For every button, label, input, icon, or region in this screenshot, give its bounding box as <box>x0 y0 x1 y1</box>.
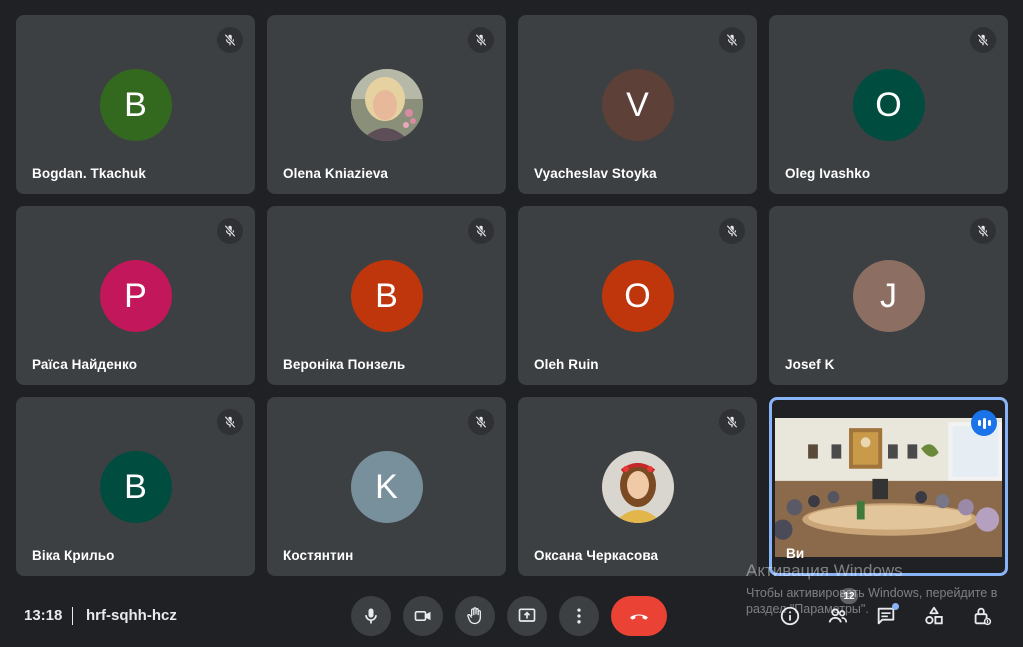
more-options-button[interactable] <box>559 596 599 636</box>
activities-icon <box>925 606 943 625</box>
meet-window: B Bogdan. Tkachuk Olena Kniazieva V Vyac… <box>0 0 1023 647</box>
mic-off-icon <box>217 409 243 435</box>
mic-off-icon <box>217 27 243 53</box>
end-call-button[interactable] <box>611 596 667 636</box>
mic-off-icon <box>970 27 996 53</box>
participant-tile[interactable]: V Vyacheslav Stoyka <box>518 15 757 194</box>
participant-grid: B Bogdan. Tkachuk Olena Kniazieva V Vyac… <box>16 15 1009 577</box>
avatar-initial: O <box>875 85 902 124</box>
participant-avatar: J <box>852 260 925 332</box>
participant-avatar: V <box>601 69 674 141</box>
participant-avatar: P <box>99 260 172 332</box>
mic-off-icon <box>468 409 494 435</box>
participant-name: Oleg Ivashko <box>785 166 871 181</box>
meeting-time: 13:18 <box>24 607 63 624</box>
mic-off-icon <box>468 218 494 244</box>
present-screen-button[interactable] <box>507 596 547 636</box>
control-bar: 13:18 hrf-sqhh-hcz 12 <box>0 585 1023 647</box>
participant-name: Вероніка Понзель <box>283 357 406 372</box>
chat-unread-dot <box>892 603 899 610</box>
mic-off-icon <box>970 218 996 244</box>
participant-avatar: K <box>350 451 423 523</box>
mic-off-icon <box>468 27 494 53</box>
self-video-tile[interactable]: Ви <box>769 397 1008 576</box>
avatar-initial: J <box>880 276 897 315</box>
present-screen-icon <box>518 608 536 622</box>
avatar-initial: V <box>626 85 649 124</box>
speaking-indicator-icon <box>971 410 997 436</box>
camera-button[interactable] <box>403 596 443 636</box>
participant-name: Olena Kniazieva <box>283 166 389 181</box>
avatar-initial: B <box>375 276 398 315</box>
meeting-info-button[interactable] <box>778 604 802 628</box>
more-vert-icon <box>577 608 581 624</box>
participant-avatar: B <box>350 260 423 332</box>
participant-avatar <box>350 69 423 141</box>
participant-tile[interactable]: K Костянтин <box>267 397 506 576</box>
participant-name: Bogdan. Tkachuk <box>32 166 147 181</box>
participant-tile[interactable]: O Oleh Ruin <box>518 206 757 385</box>
participant-name: Josef K <box>785 357 835 372</box>
mic-off-icon <box>719 409 745 435</box>
participant-avatar: B <box>99 451 172 523</box>
participant-name: Віка Крильо <box>32 548 115 563</box>
info-icon <box>780 606 800 626</box>
host-controls-button[interactable] <box>970 604 994 628</box>
avatar-initial: B <box>124 467 147 506</box>
people-button[interactable] <box>826 604 850 628</box>
participant-name: Костянтин <box>283 548 354 563</box>
participant-name: Vyacheslav Stoyka <box>534 166 657 181</box>
participant-name: Oleh Ruin <box>534 357 599 372</box>
call-end-icon <box>630 614 648 620</box>
participant-avatar <box>601 451 674 523</box>
mic-off-icon <box>719 218 745 244</box>
participant-tile[interactable]: O Oleg Ivashko <box>769 15 1008 194</box>
mic-off-icon <box>719 27 745 53</box>
woman-blonde-photo <box>350 69 423 141</box>
participant-tile[interactable]: B Вероніка Понзель <box>267 206 506 385</box>
participant-avatar: B <box>99 69 172 141</box>
participant-tile[interactable]: B Bogdan. Tkachuk <box>16 15 255 194</box>
mic-off-icon <box>217 218 243 244</box>
participant-name: Оксана Черкасова <box>534 548 659 563</box>
activities-button[interactable] <box>922 604 946 628</box>
participant-tile[interactable]: B Віка Крильо <box>16 397 255 576</box>
meeting-code: hrf-sqhh-hcz <box>86 607 177 624</box>
participant-tile[interactable]: J Josef K <box>769 206 1008 385</box>
raise-hand-icon <box>467 607 481 625</box>
avatar-initial: O <box>624 276 651 315</box>
participant-tile[interactable]: Olena Kniazieva <box>267 15 506 194</box>
people-count-badge: 12 <box>840 588 858 604</box>
avatar-initial: B <box>124 85 147 124</box>
divider <box>72 607 73 625</box>
woman-wreath-photo <box>601 451 674 523</box>
participant-avatar: O <box>601 260 674 332</box>
conference-room-video <box>775 418 1002 557</box>
host-controls-icon <box>974 607 992 626</box>
participant-tile[interactable]: Оксана Черкасова <box>518 397 757 576</box>
avatar-initial: P <box>124 276 147 315</box>
self-name: Ви <box>786 546 805 561</box>
participant-tile[interactable]: P Раїса Найденко <box>16 206 255 385</box>
raise-hand-button[interactable] <box>455 596 495 636</box>
participant-avatar: O <box>852 69 925 141</box>
avatar-initial: K <box>375 467 398 506</box>
mic-button[interactable] <box>351 596 391 636</box>
camera-icon <box>414 611 431 621</box>
participant-name: Раїса Найденко <box>32 357 138 372</box>
people-icon <box>828 608 848 623</box>
mic-icon <box>365 608 377 624</box>
